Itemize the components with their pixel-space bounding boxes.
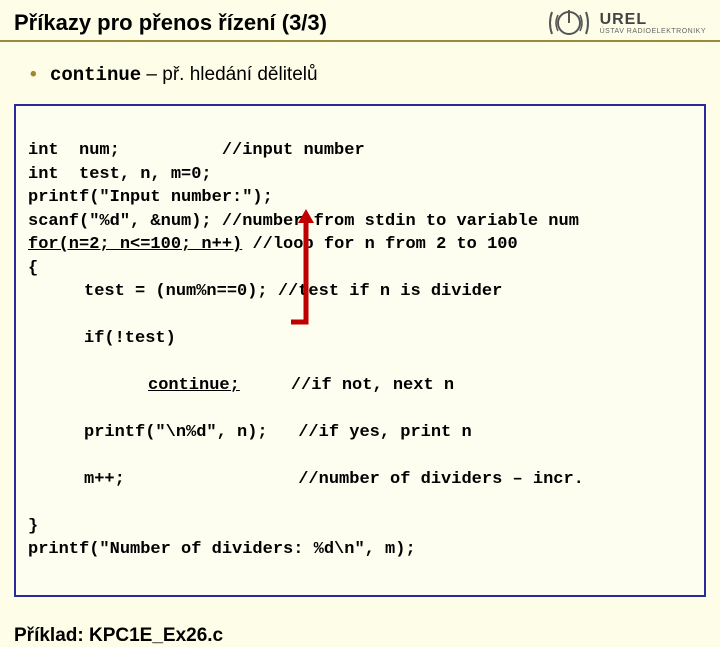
code-block: int num; //input number int test, n, m=0… [14,104,706,597]
code-line: scanf("%d", &num); //number from stdin t… [28,212,579,231]
code-line: //loop for n from 2 to 100 [242,235,517,254]
code-line: printf("Number of dividers: %d\n", m); [28,540,416,559]
code-line: m++; //number of dividers – incr. [28,468,692,491]
bullet-keyword: continue [50,64,141,86]
code-line: int test, n, m=0; [28,165,212,184]
logo-subtitle: ÚSTAV RADIOELEKTRONIKY [600,28,706,35]
bullet-rest: – př. hledání dělitelů [141,64,317,85]
code-line: test = (num%n==0); //test if n is divide… [28,280,692,303]
logo-title: UREL [600,12,706,28]
header-bar: Příkazy pro přenos řízení (3/3) UREL ÚST… [0,0,720,42]
code-line: { [28,259,38,278]
bullet-dot-icon: • [30,64,37,85]
logo-text: UREL ÚSTAV RADIOELEKTRONIKY [600,12,706,35]
code-line: printf("Input number:"); [28,188,273,207]
code-line: //if not, next n [240,376,454,395]
code-line: } [28,517,38,536]
urel-logo-icon [544,8,594,38]
bullet-line: • continue – př. hledání dělitelů [0,42,720,100]
org-logo: UREL ÚSTAV RADIOELEKTRONIKY [544,8,706,38]
code-line: int num; //input number [28,141,365,160]
example-label: Příklad: KPC1E_Ex26.c [0,597,720,647]
code-line: if(!test) [28,327,692,350]
page-title: Příkazy pro přenos řízení (3/3) [14,10,327,36]
code-line: printf("\n%d", n); //if yes, print n [28,421,692,444]
code-for-underline: for(n=2; n<=100; n++) [28,235,242,254]
code-continue-underline: continue; [148,376,240,395]
